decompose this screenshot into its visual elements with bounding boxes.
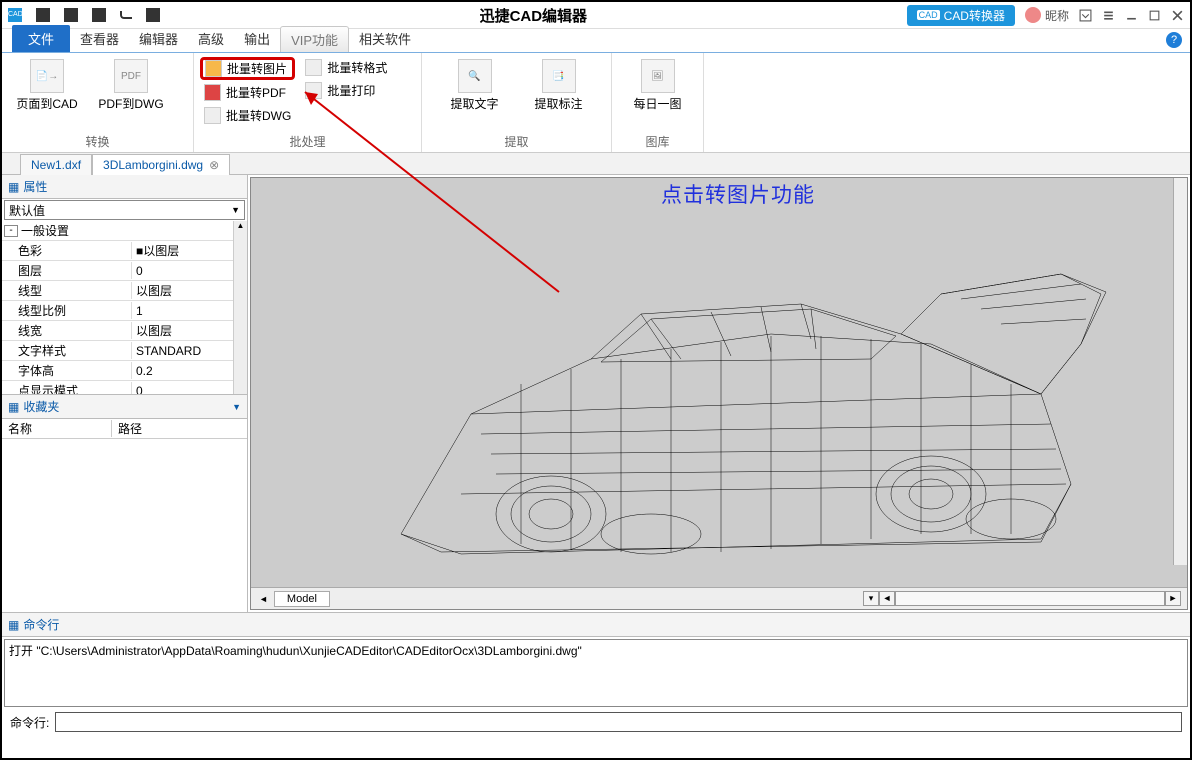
favorites-icon: ▦ [8,400,19,414]
property-table: 色彩■以图层图层0线型以图层线型比例1线宽以图层文字样式STANDARD字体高0… [2,241,233,394]
print-icon[interactable] [146,8,160,22]
dropdown-icon[interactable] [1079,9,1092,22]
user-nickname[interactable]: 昵称 [1025,7,1069,24]
pdf-to-dwg-button[interactable]: PDFPDF到DWG [92,57,170,114]
daily-image-icon: 🖼 [641,59,675,93]
tab-prev-icon[interactable]: ◄ [259,594,268,604]
menu-icon[interactable] [1102,9,1115,22]
commandline-log: 打开 "C:\Users\Administrator\AppData\Roami… [4,639,1188,707]
property-row[interactable]: 字体高0.2 [2,361,233,381]
page-to-cad-button[interactable]: 📄→页面到CAD [8,57,86,114]
save-icon[interactable] [92,8,106,22]
scroll-right-icon[interactable]: ► [1165,591,1181,606]
undo-icon[interactable] [120,11,132,19]
property-row[interactable]: 线宽以图层 [2,321,233,341]
car-wireframe [341,184,1131,584]
batch-to-dwg-button[interactable]: 批量转DWG [200,105,295,126]
batch-to-pdf-button[interactable]: 批量转PDF [200,82,295,103]
document-tabs: New1.dxf 3DLamborgini.dwg⊗ [2,153,1190,175]
minimize-icon[interactable] [1125,9,1138,22]
workspace: ▦属性 默认值▼ -一般设置 色彩■以图层图层0线型以图层线型比例1线宽以图层文… [2,175,1190,612]
drawing-canvas[interactable]: 点击转图片功能 [251,178,1187,587]
batch-pdf-icon [204,84,221,101]
tab-3dlamborgini[interactable]: 3DLamborgini.dwg⊗ [92,154,230,175]
property-row[interactable]: 色彩■以图层 [2,241,233,261]
group-gallery-label: 图库 [618,133,697,152]
batch-dwg-icon [204,107,221,124]
property-row[interactable]: 点显示模式0 [2,381,233,394]
menu-viewer[interactable]: 查看器 [70,25,129,52]
properties-icon: ▦ [8,180,19,194]
extract-annot-icon: 📑 [542,59,576,93]
batch-print-button[interactable]: 批量打印 [301,80,391,101]
property-row[interactable]: 线型以图层 [2,281,233,301]
commandline-header: ▦命令行 [2,612,1190,637]
model-tab[interactable]: Model [274,591,330,607]
chevron-down-icon[interactable]: ▼ [232,402,241,412]
new-icon[interactable] [36,8,50,22]
ribbon: 📄→页面到CAD PDFPDF到DWG 转换 批量转图片 批量转PDF 批量转D… [2,53,1190,153]
extract-text-button[interactable]: 🔍提取文字 [436,57,514,114]
panel-scrollbar[interactable]: ▲ [233,221,247,394]
menu-advanced[interactable]: 高级 [188,25,234,52]
favorites-header: ▦收藏夹▼ [2,394,247,419]
menu-editor[interactable]: 编辑器 [129,25,188,52]
properties-header: ▦属性 [2,175,247,199]
menu-vip[interactable]: VIP功能 [280,26,349,52]
chevron-down-icon: ▼ [231,205,240,215]
page-to-cad-icon: 📄→ [30,59,64,93]
commandline-input-row: 命令行: [2,709,1190,737]
menu-file[interactable]: 文件 [12,25,70,52]
extract-text-icon: 🔍 [458,59,492,93]
commandline-icon: ▦ [8,618,19,632]
close-icon[interactable] [1171,9,1184,22]
batch-to-format-button[interactable]: 批量转格式 [301,57,391,78]
scroll-left-icon[interactable]: ◄ [879,591,895,606]
default-value-combo[interactable]: 默认值▼ [4,200,245,220]
property-row[interactable]: 图层0 [2,261,233,281]
app-logo-icon: CAD [8,8,22,22]
open-icon[interactable] [64,8,78,22]
app-title: 迅捷CAD编辑器 [160,5,907,26]
daily-image-button[interactable]: 🖼每日一图 [619,57,697,114]
batch-format-icon [305,59,322,76]
property-row[interactable]: 文字样式STANDARD [2,341,233,361]
menubar: 文件 查看器 编辑器 高级 输出 VIP功能 相关软件 ? [2,29,1190,53]
commandline-input[interactable] [55,712,1182,732]
favorites-columns: 名称 路径 [2,419,247,439]
menu-related[interactable]: 相关软件 [349,25,421,52]
section-general[interactable]: -一般设置 [2,221,233,241]
extract-annot-button[interactable]: 📑提取标注 [520,57,598,114]
drawing-canvas-wrap: – ❐ ✕ 点击转图片功能 [250,177,1188,610]
help-icon[interactable]: ? [1166,32,1182,48]
canvas-vscrollbar[interactable] [1173,178,1187,565]
batch-print-icon [305,82,322,99]
batch-to-image-button[interactable]: 批量转图片 [200,57,295,80]
group-convert-label: 转换 [8,133,187,152]
group-batch-label: 批处理 [200,133,415,152]
group-extract-label: 提取 [428,133,605,152]
col-name[interactable]: 名称 [2,420,112,437]
canvas-hscrollbar[interactable]: ▾ ◄ ► [863,591,1181,606]
model-tab-bar: ◄ Model ▾ ◄ ► [251,587,1187,609]
maximize-icon[interactable] [1148,9,1161,22]
col-path[interactable]: 路径 [112,420,142,437]
commandline-prompt: 命令行: [10,714,49,731]
tab-new1[interactable]: New1.dxf [20,154,92,175]
menu-output[interactable]: 输出 [234,25,280,52]
favorites-list [2,439,247,612]
properties-panel: ▦属性 默认值▼ -一般设置 色彩■以图层图层0线型以图层线型比例1线宽以图层文… [2,175,248,612]
pdf-to-dwg-icon: PDF [114,59,148,93]
cad-converter-button[interactable]: CADCAD转换器 [907,5,1015,26]
property-row[interactable]: 线型比例1 [2,301,233,321]
tab-close-icon[interactable]: ⊗ [209,158,219,172]
batch-image-icon [205,60,222,77]
scroll-dropdown-icon[interactable]: ▾ [863,591,879,606]
